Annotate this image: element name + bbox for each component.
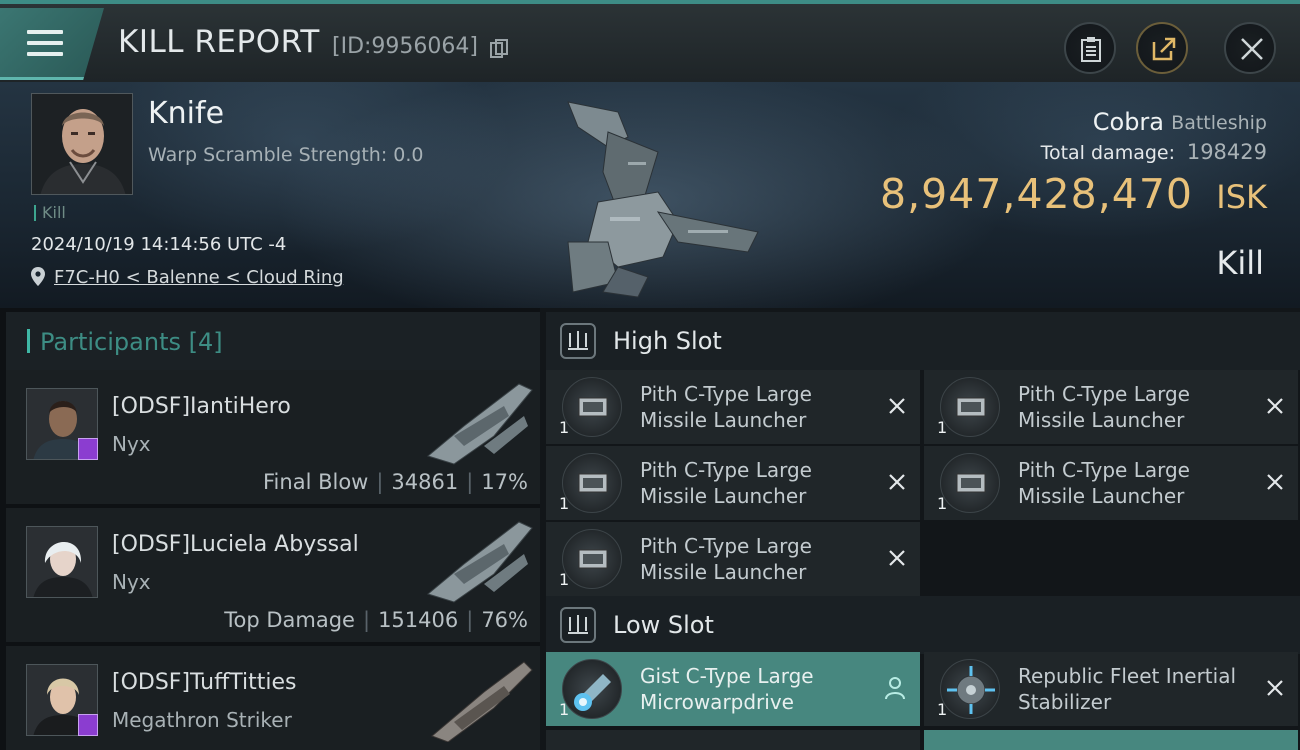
- participant-ship: Nyx: [112, 570, 151, 594]
- copy-icon[interactable]: [490, 39, 508, 59]
- victim-ship-name: Cobra: [1092, 108, 1164, 136]
- inertial-stabilizer-icon: [940, 659, 1000, 719]
- participant-stats: Top Damage | 151406 | 76%: [224, 608, 528, 632]
- total-damage-label: Total damage:: [1040, 142, 1175, 164]
- low-slot-module[interactable]: 1 Republic Fleet Inertial Stabilizer: [924, 652, 1298, 726]
- participant-name: [ODSF]Luciela Abyssal: [112, 532, 359, 557]
- participant-ship: Megathron Striker: [112, 708, 292, 732]
- participants-panel: Participants [4] [ODSF]IantiHero Nyx Fin…: [0, 308, 540, 750]
- low-slot-icon: [560, 607, 596, 643]
- module-quantity: 1: [559, 570, 570, 589]
- destroyed-x-icon: [1267, 680, 1283, 696]
- close-button[interactable]: [1224, 22, 1276, 74]
- module-quantity: 1: [937, 494, 948, 513]
- participant-ship-image: [426, 383, 533, 465]
- low-slot-module[interactable]: [924, 730, 1298, 750]
- missile-launcher-icon: [940, 453, 1000, 513]
- participant-ship-image: [426, 521, 533, 603]
- kill-type-tag: Kill: [34, 205, 66, 221]
- high-slot-module[interactable]: 1 Pith C-Type Large Missile Launcher: [924, 446, 1298, 520]
- high-slot-module[interactable]: 1 Pith C-Type Large Missile Launcher: [546, 370, 920, 444]
- module-quantity: 1: [559, 494, 570, 513]
- destroyed-x-icon: [1267, 474, 1283, 490]
- share-icon: [1152, 37, 1176, 61]
- participant-row[interactable]: [ODSF]IantiHero Nyx Final Blow | 34861 | 17%: [6, 370, 540, 504]
- isk-unit: ISK: [1216, 178, 1267, 216]
- participant-stats: Final Blow | 34861 | 17%: [263, 470, 528, 494]
- module-quantity: 1: [937, 418, 948, 437]
- missile-launcher-icon: [940, 377, 1000, 437]
- share-button[interactable]: [1136, 22, 1188, 74]
- page-title: KILL REPORT: [118, 24, 320, 60]
- fittings-panel: High Slot 1 Pith C-Type Large Missile La…: [540, 308, 1300, 750]
- destroyed-x-icon: [889, 550, 905, 566]
- microwarpdrive-icon: [562, 659, 622, 719]
- high-slot-module[interactable]: 1 Pith C-Type Large Missile Launcher: [924, 370, 1298, 444]
- high-slot-header: High Slot: [546, 312, 1300, 370]
- participant-name: [ODSF]IantiHero: [112, 394, 291, 419]
- module-name: Pith C-Type Large Missile Launcher: [640, 382, 812, 432]
- warp-scramble-strength: Warp Scramble Strength: 0.0: [148, 144, 424, 166]
- high-slot-title: High Slot: [613, 327, 722, 355]
- clipboard-button[interactable]: [1064, 22, 1116, 74]
- module-name: Gist C-Type Large Microwarpdrive: [640, 664, 814, 714]
- stat-damage: 34861: [391, 470, 459, 494]
- missile-launcher-icon: [562, 529, 622, 589]
- stat-percent: 76%: [481, 608, 528, 632]
- high-slot-module[interactable]: 1 Pith C-Type Large Missile Launcher: [546, 522, 920, 596]
- module-name: Pith C-Type Large Missile Launcher: [1018, 382, 1190, 432]
- participants-title: Participants [4]: [40, 328, 223, 356]
- missile-launcher-icon: [562, 453, 622, 513]
- module-name: Pith C-Type Large Missile Launcher: [640, 458, 812, 508]
- clipboard-icon: [1081, 37, 1101, 62]
- low-slot-header: Low Slot: [546, 596, 1300, 654]
- participant-row[interactable]: [ODSF]TuffTitties Megathron Striker: [6, 646, 540, 750]
- player-badge-icon: [78, 714, 98, 736]
- user-icon: [885, 677, 905, 700]
- module-name: Pith C-Type Large Missile Launcher: [1018, 458, 1190, 508]
- missile-launcher-icon: [562, 377, 622, 437]
- participant-ship-image: [431, 661, 533, 742]
- total-damage-value: 198429: [1186, 140, 1267, 164]
- module-name: Pith C-Type Large Missile Launcher: [640, 534, 812, 584]
- stat-percent: 17%: [481, 470, 528, 494]
- victim-summary: Knife Warp Scramble Strength: 0.0 Kill 2…: [0, 82, 1300, 308]
- location-link[interactable]: F7C-H0 < Balenne < Cloud Ring: [54, 267, 344, 288]
- kill-result: Kill: [1216, 244, 1264, 282]
- report-id: [ID:9956064]: [332, 34, 478, 59]
- player-badge-icon: [78, 438, 98, 460]
- destroyed-x-icon: [889, 474, 905, 490]
- victim-portrait[interactable]: [31, 93, 133, 195]
- module-name: Republic Fleet Inertial Stabilizer: [1018, 664, 1237, 714]
- victim-ship-image[interactable]: [548, 92, 778, 302]
- high-slot-module[interactable]: 1 Pith C-Type Large Missile Launcher: [546, 446, 920, 520]
- participant-row[interactable]: [ODSF]Luciela Abyssal Nyx Top Damage | 151…: [6, 508, 540, 642]
- participant-avatar: [26, 526, 98, 598]
- isk-value: 8,947,428,470: [880, 170, 1193, 218]
- module-quantity: 1: [937, 700, 948, 719]
- destroyed-x-icon: [889, 398, 905, 414]
- low-slot-module[interactable]: [546, 730, 920, 750]
- low-slot-title: Low Slot: [613, 611, 714, 639]
- header-bar: KILL REPORT [ID:9956064]: [0, 0, 1300, 82]
- menu-button[interactable]: [0, 8, 104, 80]
- hamburger-icon: [27, 30, 63, 60]
- low-slot-module[interactable]: 1 Gist C-Type Large Microwarpdrive: [546, 652, 920, 726]
- participant-name: [ODSF]TuffTitties: [112, 670, 297, 695]
- victim-name: Knife: [148, 96, 225, 131]
- stat-label: Top Damage: [224, 608, 355, 632]
- participants-header: Participants [4]: [6, 312, 540, 370]
- module-quantity: 1: [559, 700, 570, 719]
- victim-ship-class: Battleship: [1171, 112, 1267, 134]
- location-pin-icon: [31, 267, 45, 286]
- stat-damage: 151406: [378, 608, 459, 632]
- destroyed-x-icon: [1267, 398, 1283, 414]
- high-slot-icon: [560, 323, 596, 359]
- kill-datetime: 2024/10/19 14:14:56 UTC -4: [31, 234, 287, 255]
- close-icon: [1241, 38, 1263, 60]
- module-quantity: 1: [559, 418, 570, 437]
- stat-label: Final Blow: [263, 470, 369, 494]
- participant-ship: Nyx: [112, 432, 151, 456]
